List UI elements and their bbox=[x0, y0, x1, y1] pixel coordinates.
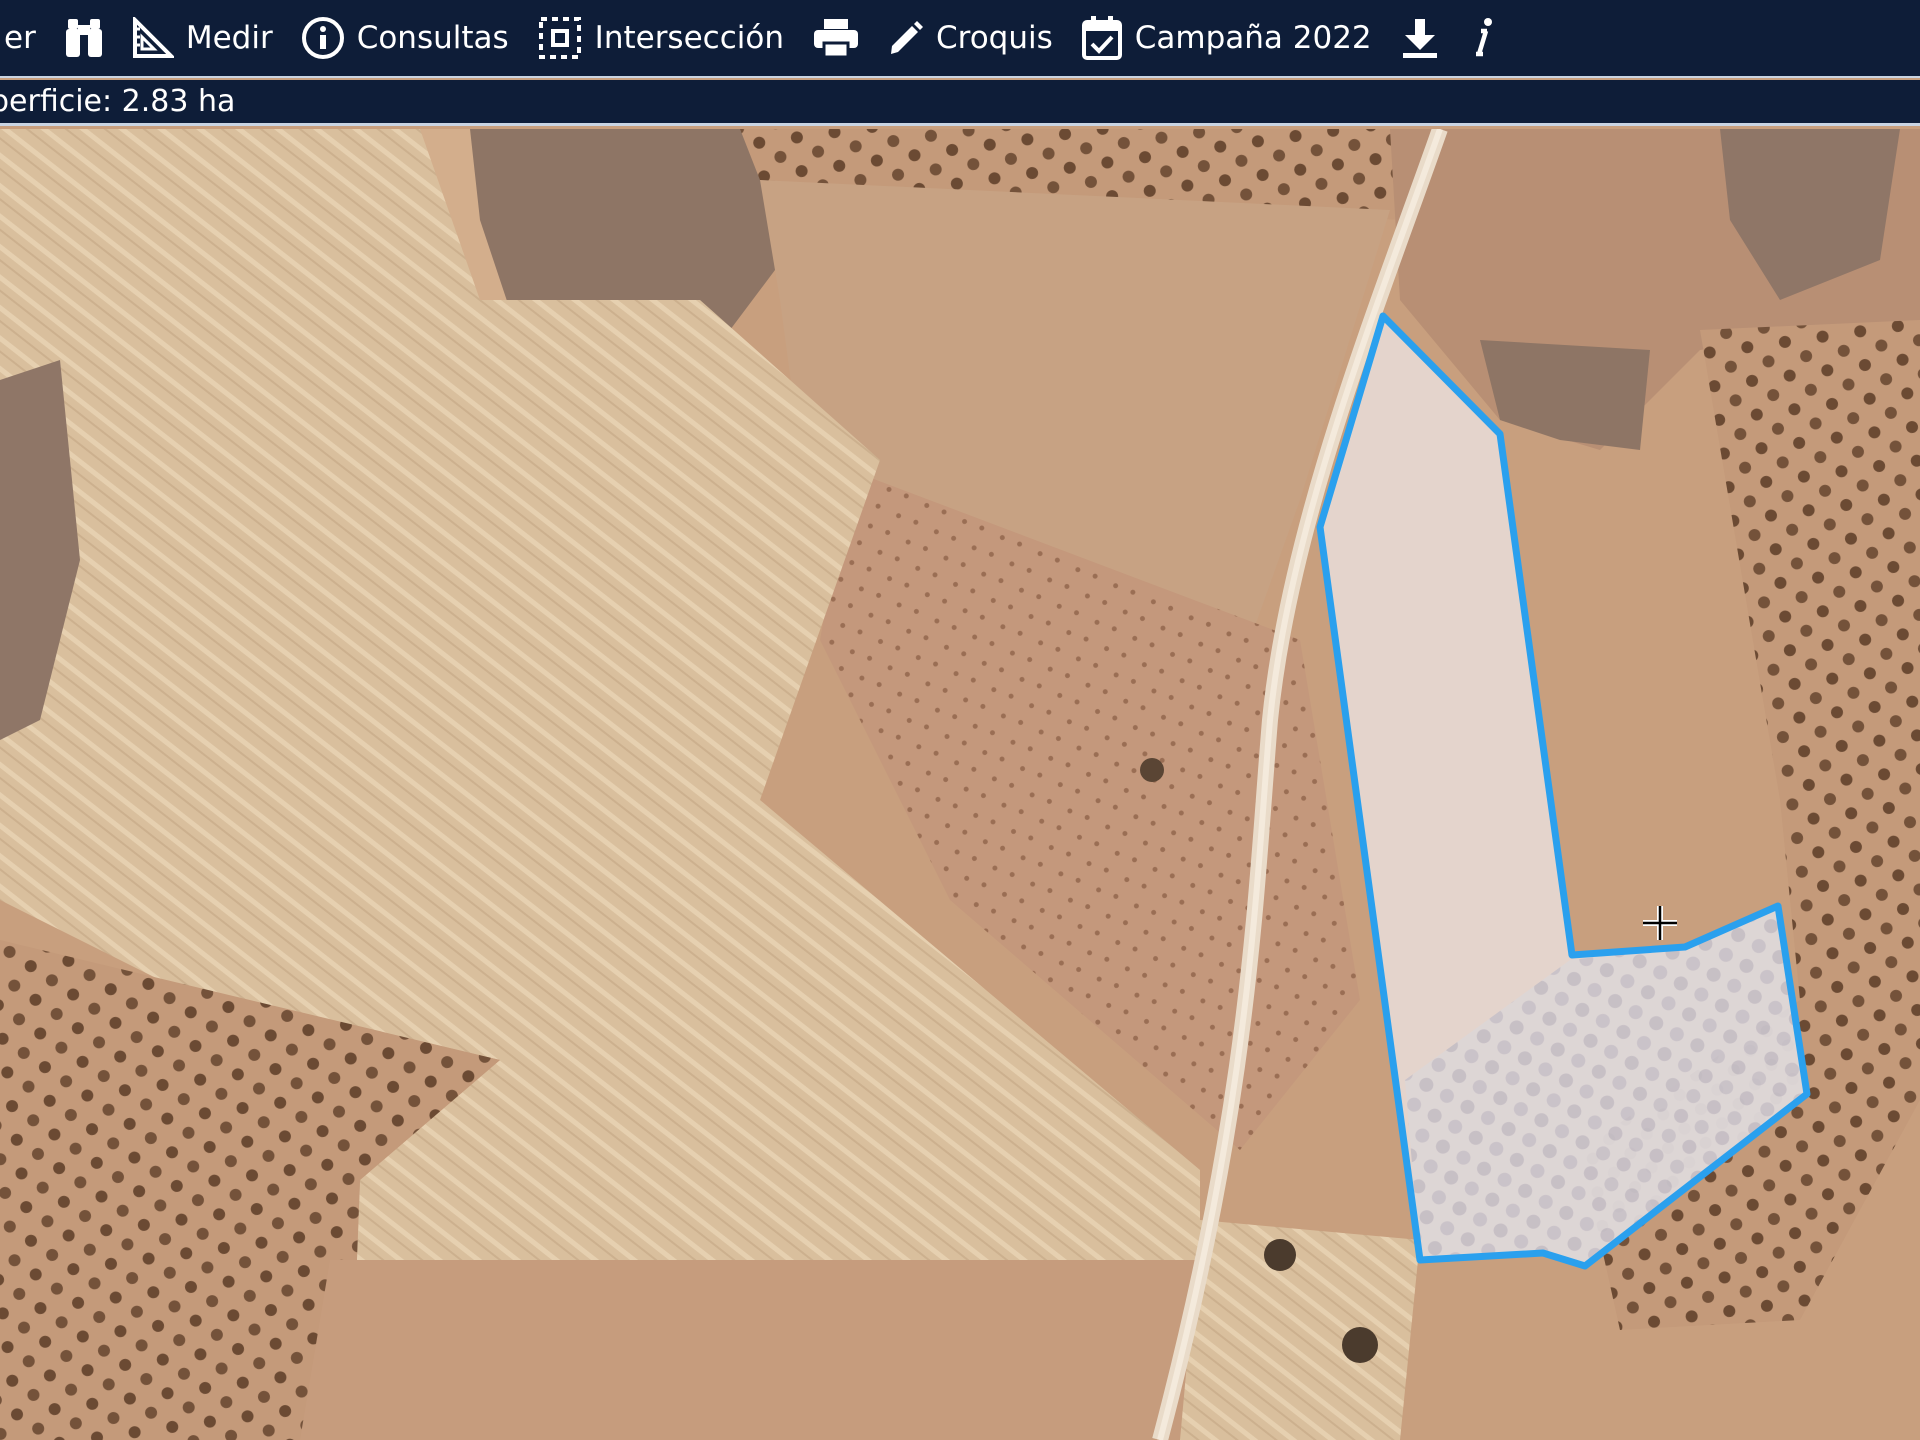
campaign-label: Campaña 2022 bbox=[1134, 20, 1372, 56]
queries-button[interactable]: Consultas bbox=[301, 0, 509, 76]
toolbar: er Medir Consultas Intersección Croquis … bbox=[0, 0, 1920, 78]
ruler-triangle-icon bbox=[132, 17, 174, 58]
intersection-icon bbox=[538, 17, 581, 59]
binoculars-icon bbox=[65, 19, 102, 57]
campaign-button[interactable]: Campaña 2022 bbox=[1081, 0, 1372, 76]
map-terrain bbox=[0, 129, 1920, 1440]
satellite-map[interactable] bbox=[0, 129, 1920, 1440]
sketch-label: Croquis bbox=[935, 20, 1053, 56]
printer-icon bbox=[813, 19, 858, 59]
calendar-check-icon bbox=[1081, 16, 1122, 60]
info-circle-icon bbox=[301, 17, 344, 59]
info-italic-icon bbox=[1475, 18, 1492, 57]
download-icon bbox=[1402, 19, 1437, 58]
layers-button[interactable]: er bbox=[0, 0, 36, 76]
download-button[interactable] bbox=[1400, 0, 1440, 76]
search-button[interactable] bbox=[64, 0, 104, 76]
measurement-info-bar: perficie: 2.83 ha bbox=[0, 80, 1920, 126]
measure-button[interactable]: Medir bbox=[132, 0, 273, 76]
measure-label: Medir bbox=[185, 20, 273, 56]
about-button[interactable] bbox=[1468, 0, 1498, 76]
pencil-icon bbox=[890, 21, 923, 54]
queries-label: Consultas bbox=[356, 20, 509, 56]
intersection-button[interactable]: Intersección bbox=[537, 0, 784, 76]
area-readout: perficie: 2.83 ha bbox=[0, 84, 236, 119]
print-button[interactable] bbox=[812, 0, 860, 76]
intersection-label: Intersección bbox=[594, 20, 784, 56]
sketch-button[interactable]: Croquis bbox=[888, 0, 1053, 76]
layers-label: er bbox=[4, 20, 36, 56]
